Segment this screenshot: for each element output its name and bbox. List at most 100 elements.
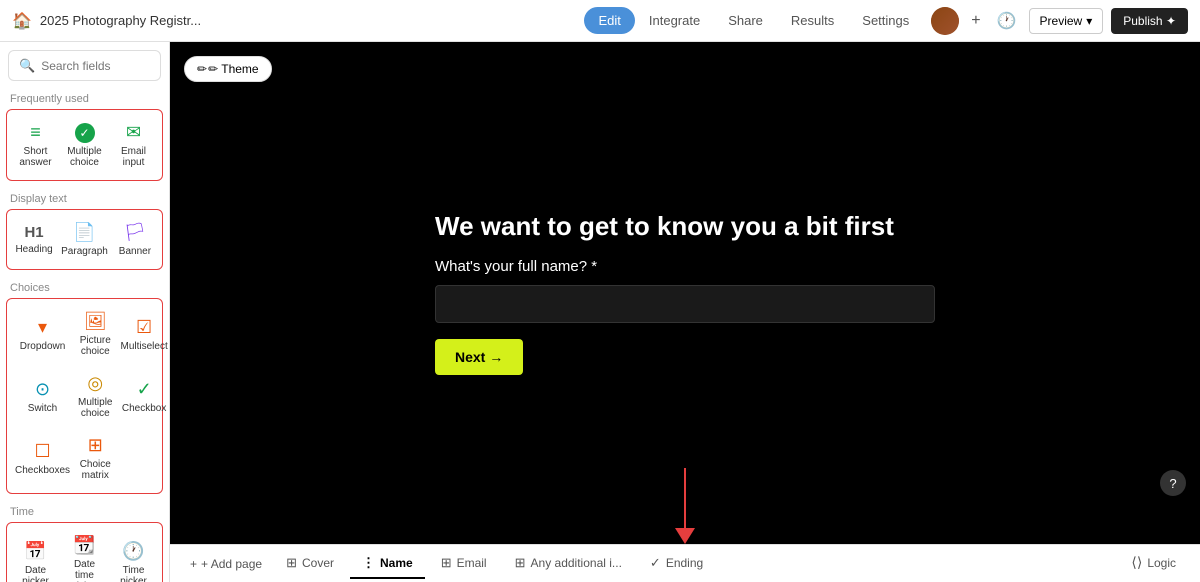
frequently-used-border: ≡ Short answer ✓ Multiple choice ✉ Email…	[6, 109, 163, 181]
date-picker-icon: 📅	[24, 541, 46, 562]
nav-right: + 🕐 Preview ▾ Publish ✦	[931, 7, 1188, 35]
field-date-picker[interactable]: 📅 Date picker	[13, 529, 58, 582]
avatar	[931, 7, 959, 35]
add-button[interactable]: +	[967, 8, 984, 34]
display-text-label: Display text	[0, 189, 169, 209]
search-input[interactable]	[41, 59, 170, 73]
field-label: Banner	[119, 246, 151, 257]
field-short-answer[interactable]: ≡ Short answer	[13, 116, 58, 174]
additional-tab-icon: ⊞	[515, 555, 526, 571]
checkbox-icon: ✓	[137, 379, 152, 400]
main-area: 🔍 ✦ Frequently used ≡ Short answer ✓ Mul…	[0, 42, 1200, 582]
tab-edit[interactable]: Edit	[584, 7, 634, 34]
preview-button[interactable]: Preview ▾	[1029, 8, 1104, 34]
app-title: 2025 Photography Registr...	[40, 13, 201, 28]
field-label: Date time picker	[64, 559, 105, 582]
short-answer-icon: ≡	[30, 122, 41, 143]
tab-share[interactable]: Share	[714, 7, 777, 34]
field-label: Checkboxes	[15, 465, 70, 476]
field-label: Dropdown	[20, 341, 66, 352]
tab-integrate[interactable]: Integrate	[635, 7, 714, 34]
top-nav: 🏠 2025 Photography Registr... Edit Integ…	[0, 0, 1200, 42]
frequently-used-grid: ≡ Short answer ✓ Multiple choice ✉ Email…	[11, 114, 158, 176]
field-multiselect[interactable]: ☑ Multiselect	[119, 305, 170, 363]
add-page-button[interactable]: + + Add page	[182, 553, 270, 575]
theme-button[interactable]: ✏ ✏ Theme	[184, 56, 272, 82]
search-bar[interactable]: 🔍 ✦	[8, 50, 161, 81]
field-heading[interactable]: H1 Heading	[13, 216, 55, 263]
field-banner[interactable]: 🏳 Banner	[114, 216, 156, 263]
field-multiple-choice[interactable]: ✓ Multiple choice	[62, 116, 107, 174]
field-label: Multiple choice	[64, 146, 105, 168]
field-email-input[interactable]: ✉ Email input	[111, 116, 156, 174]
field-label: Time picker	[113, 565, 154, 582]
field-label: Short answer	[15, 146, 56, 168]
choices-section: Choices ▾ Dropdown 🖼 Picture choice ☑ Mu…	[0, 278, 169, 494]
choice-matrix-icon: ⊞	[88, 435, 103, 456]
field-paragraph[interactable]: 📄 Paragraph	[59, 216, 110, 263]
field-dropdown[interactable]: ▾ Dropdown	[13, 305, 72, 363]
field-time-picker[interactable]: 🕐 Time picker	[111, 529, 156, 582]
name-tab-icon: ⋮	[362, 555, 375, 571]
field-checkboxes[interactable]: ☐ Checkboxes	[13, 429, 72, 487]
nav-tabs: Edit Integrate Share Results Settings	[584, 7, 923, 34]
arrow-head	[675, 528, 695, 544]
tab-settings[interactable]: Settings	[848, 7, 923, 34]
field-choice-matrix[interactable]: ⊞ Choice matrix	[76, 429, 114, 487]
checkboxes-icon: ☐	[34, 441, 50, 462]
bottom-tab-name[interactable]: ⋮ Name	[350, 549, 425, 579]
email-icon: ✉	[126, 122, 141, 143]
field-label: Picture choice	[78, 335, 112, 357]
help-button[interactable]: ?	[1160, 470, 1186, 496]
clock-button[interactable]: 🕐	[993, 7, 1021, 35]
field-checkbox[interactable]: ✓ Checkbox	[119, 367, 170, 425]
chevron-down-icon: ▾	[1086, 14, 1092, 28]
nav-left: 🏠 2025 Photography Registr...	[12, 11, 576, 31]
content-area: ✏ ✏ Theme We want to get to know you a b…	[170, 42, 1200, 582]
time-picker-icon: 🕐	[122, 541, 144, 562]
banner-icon: 🏳	[123, 222, 146, 243]
arrow-indicator	[675, 468, 695, 544]
field-multiple-choice2[interactable]: ◎ Multiple choice	[76, 367, 114, 425]
field-label: Date picker	[15, 565, 56, 582]
name-input[interactable]	[435, 285, 935, 323]
logic-icon: ⟨⟩	[1131, 554, 1142, 571]
sidebar: 🔍 ✦ Frequently used ≡ Short answer ✓ Mul…	[0, 42, 170, 582]
field-label: Choice matrix	[78, 459, 112, 481]
logic-button[interactable]: ⟨⟩ Logic	[1119, 548, 1188, 579]
theme-icon: ✏	[197, 62, 207, 76]
next-button[interactable]: Next →	[435, 339, 523, 375]
choices-grid: ▾ Dropdown 🖼 Picture choice ☑ Multiselec…	[11, 303, 158, 489]
tab-results[interactable]: Results	[777, 7, 848, 34]
field-label: Multiple choice	[78, 397, 112, 419]
date-time-picker-icon: 📆	[73, 535, 95, 556]
bottom-left: + + Add page ⊞ Cover ⋮ Name ⊞ Email ⊞	[182, 549, 1119, 579]
multiple-choice2-icon: ◎	[87, 373, 103, 394]
ending-tab-icon: ✓	[650, 555, 661, 571]
field-picture-choice[interactable]: 🖼 Picture choice	[76, 305, 114, 363]
bottom-tab-email[interactable]: ⊞ Email	[429, 549, 499, 579]
field-label: Switch	[28, 403, 57, 414]
home-icon[interactable]: 🏠	[12, 11, 32, 31]
time-label: Time	[0, 502, 169, 522]
field-label: Checkbox	[122, 403, 166, 414]
bottom-tab-cover[interactable]: ⊞ Cover	[274, 549, 346, 579]
field-switch[interactable]: ⊙ Switch	[13, 367, 72, 425]
form-content: We want to get to know you a bit first W…	[435, 211, 935, 375]
field-label: Multiselect	[121, 341, 168, 352]
multiselect-icon: ☑	[136, 317, 152, 338]
choices-border: ▾ Dropdown 🖼 Picture choice ☑ Multiselec…	[6, 298, 163, 494]
time-border: 📅 Date picker 📆 Date time picker 🕐 Time …	[6, 522, 163, 582]
bottom-tab-ending[interactable]: ✓ Ending	[638, 549, 715, 579]
bottom-tab-additional[interactable]: ⊞ Any additional i...	[503, 549, 634, 579]
form-heading: We want to get to know you a bit first	[435, 211, 935, 242]
search-icon: 🔍	[19, 58, 35, 74]
heading-icon: H1	[24, 224, 43, 241]
publish-button[interactable]: Publish ✦	[1111, 8, 1188, 34]
paragraph-icon: 📄	[73, 222, 95, 243]
email-tab-icon: ⊞	[441, 555, 452, 571]
field-date-time-picker[interactable]: 📆 Date time picker	[62, 529, 107, 582]
display-text-section: Display text H1 Heading 📄 Paragraph 🏳 Ba…	[0, 189, 169, 270]
display-text-border: H1 Heading 📄 Paragraph 🏳 Banner	[6, 209, 163, 270]
multiple-choice-icon: ✓	[75, 123, 95, 143]
